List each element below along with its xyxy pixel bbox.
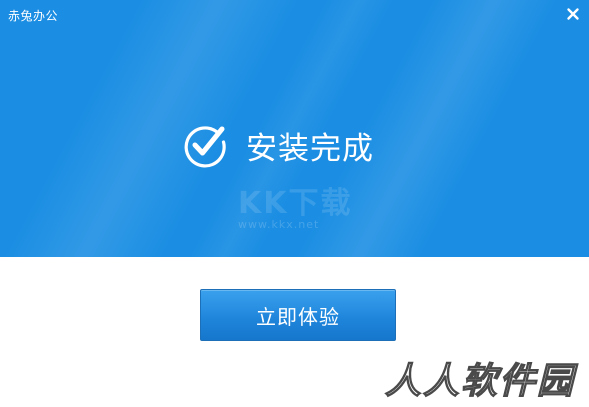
hero-banner: 赤兔办公 KK下载 www.kkx.net 安装完成 — [0, 0, 589, 257]
window-title: 赤兔办公 — [8, 9, 59, 23]
site-watermark: 人人软件园 — [384, 359, 575, 402]
installer-window: 赤兔办公 KK下载 www.kkx.net 安装完成 立即体验 人人软件园 — [0, 0, 589, 407]
install-complete-text: 安装完成 — [246, 130, 374, 167]
try-now-button[interactable]: 立即体验 — [200, 289, 396, 341]
status-row: 安装完成 — [182, 121, 374, 169]
close-icon — [567, 8, 579, 20]
title-bar[interactable]: 赤兔办公 — [0, 0, 589, 30]
watermark-url: www.kkx.net — [238, 218, 320, 231]
check-circle-icon — [184, 126, 226, 168]
close-button[interactable] — [563, 4, 583, 24]
watermark-logo: KK下载 — [238, 186, 353, 221]
